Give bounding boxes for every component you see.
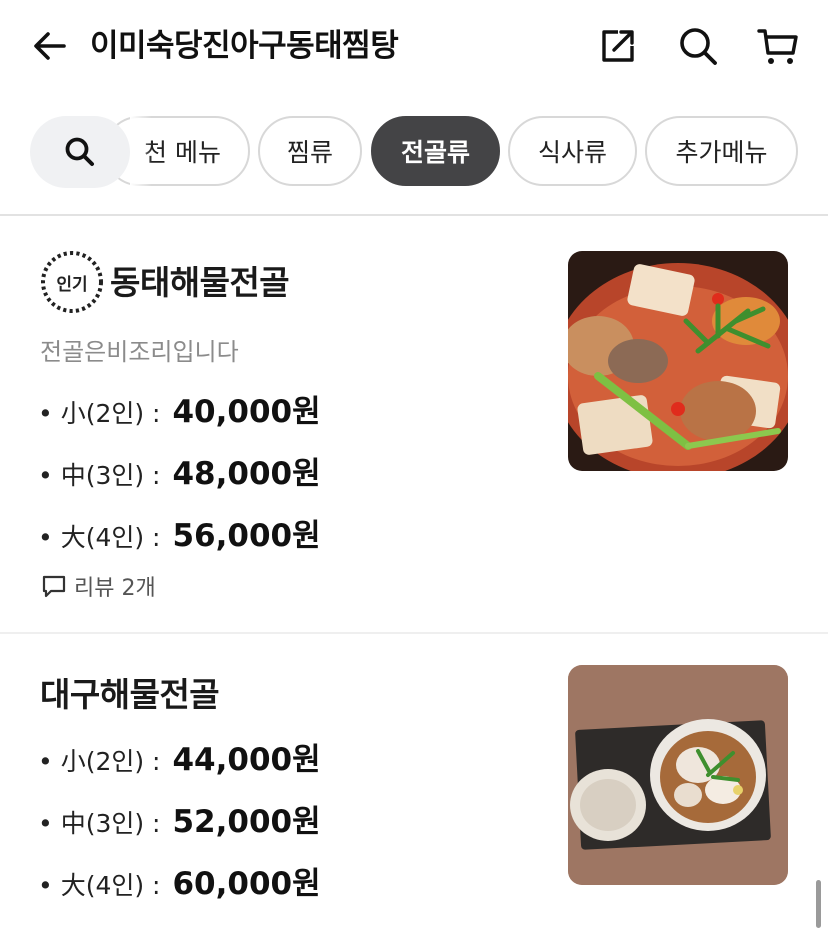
tab-chip-active[interactable]: 전골류	[371, 116, 500, 186]
menu-item[interactable]: 인기 동태해물전골 전골은비조리입니다 • 小(2인) : 40,000원 • …	[0, 216, 828, 632]
price-value: 40,000원	[172, 394, 321, 430]
share-button[interactable]	[594, 22, 642, 70]
price-value: 44,000원	[172, 742, 321, 778]
cart-button[interactable]	[754, 22, 802, 70]
item-name: 대구해물전골	[40, 675, 220, 714]
menu-item[interactable]: 대구해물전골 • 小(2인) : 44,000원 • 中(3인) : 52,00…	[0, 634, 828, 928]
store-title: 이미숙당진아구동태찜탕	[90, 28, 399, 64]
cart-icon	[757, 29, 798, 64]
size-label: • 小(2인) :	[38, 747, 161, 776]
item-name: 동태해물전골	[110, 263, 290, 302]
price-row: • 中(3인) : 52,000원	[38, 796, 321, 841]
badge-label: 인기	[56, 274, 88, 295]
tab-chip[interactable]: 식사류	[508, 116, 637, 186]
price-row: • 大(4인) : 56,000원	[38, 510, 321, 555]
size-label: • 大(4인) :	[38, 523, 161, 552]
search-icon	[680, 28, 717, 65]
price-row: • 小(2인) : 44,000원	[38, 734, 321, 779]
arrow-left-icon	[34, 32, 66, 60]
size-label: • 大(4인) :	[38, 871, 161, 900]
hotpot-image	[568, 665, 788, 885]
price-value: 56,000원	[172, 518, 321, 554]
hotpot-photo[interactable]	[568, 665, 788, 885]
price-value: 60,000원	[172, 866, 321, 902]
size-label: • 中(3인) :	[38, 809, 161, 838]
stew-image	[568, 251, 788, 471]
back-button[interactable]	[28, 24, 72, 68]
stew-photo[interactable]	[568, 251, 788, 471]
item-description: 전골은비조리입니다	[40, 338, 239, 366]
speech-bubble-icon	[42, 575, 66, 598]
price-row: • 小(2인) : 40,000원	[38, 386, 321, 431]
scrollbar[interactable]	[816, 880, 821, 928]
price-row: • 中(3인) : 48,000원	[38, 448, 321, 493]
tab-chip[interactable]: 찜류	[258, 116, 362, 186]
share-external-icon	[602, 30, 634, 62]
tab-chip[interactable]: 추가메뉴	[645, 116, 798, 186]
search-icon	[65, 137, 94, 166]
size-label: • 小(2인) :	[38, 399, 161, 428]
price-value: 48,000원	[172, 456, 321, 492]
category-search-button[interactable]	[30, 116, 152, 188]
review-link[interactable]: 리뷰 2개	[40, 570, 156, 602]
header-search-button[interactable]	[674, 22, 722, 70]
size-label: • 中(3인) :	[38, 461, 161, 490]
category-tabs: 천 메뉴 찜류 전골류 식사류 추가메뉴	[0, 112, 828, 192]
price-row: • 大(4인) : 60,000원	[38, 858, 321, 903]
app-header: 이미숙당진아구동태찜탕	[0, 0, 828, 92]
price-value: 52,000원	[172, 804, 321, 840]
popular-badge: 인기	[40, 250, 104, 314]
review-count: 리뷰 2개	[74, 576, 156, 601]
